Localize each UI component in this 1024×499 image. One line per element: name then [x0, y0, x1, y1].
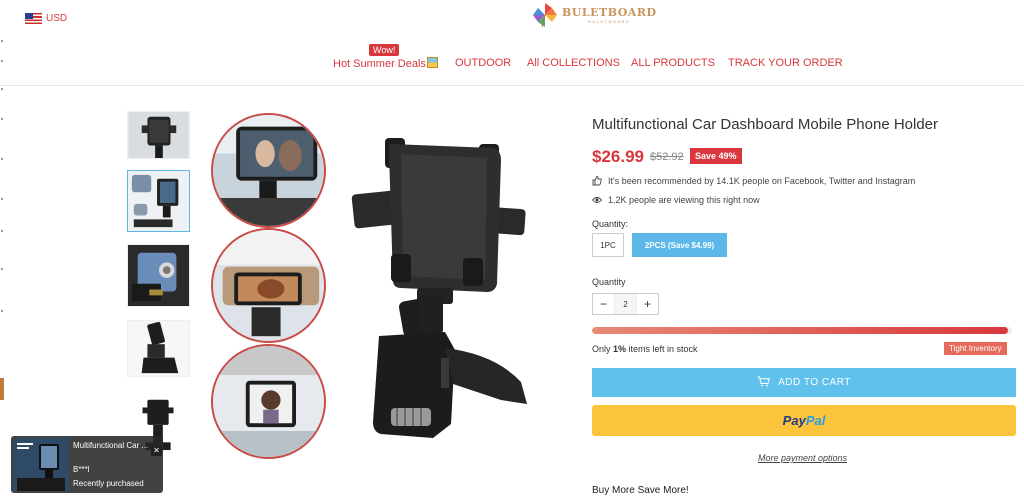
stock-percent: 1% — [613, 344, 627, 354]
thumbs-up-icon — [592, 176, 602, 186]
option-1pc-button[interactable]: 1PC — [592, 233, 624, 257]
site-logo[interactable]: BULETBOARD BULETBOARD — [532, 2, 657, 28]
nav-track-order[interactable]: TRACK YOUR ORDER — [728, 57, 843, 69]
buy-more-heading: Buy More Save More! — [592, 485, 689, 496]
popup-title: Multifunctional Car ... — [73, 441, 149, 450]
stock-prefix: Only — [592, 344, 614, 354]
popup-close-button[interactable]: ✕ — [151, 445, 162, 456]
quantity-value[interactable]: 2 — [614, 294, 637, 314]
viewing-text: 1.2K people are viewing this right now — [608, 195, 760, 205]
recommend-line: It's been recommended by 14.1K people on… — [592, 176, 915, 186]
currency-label: USD — [46, 13, 68, 24]
cart-icon — [757, 376, 771, 390]
quantity-option-label: Quantity: — [592, 219, 629, 229]
popup-buyer-name: B***l — [73, 465, 90, 474]
thumbnail-3-image — [128, 245, 189, 306]
left-edge-strip — [0, 40, 5, 400]
popup-status: Recently purchased — [73, 479, 144, 488]
popup-product-image — [13, 438, 69, 491]
logo-subtext: BULETBOARD — [588, 19, 631, 24]
pinwheel-logo-icon — [532, 2, 558, 28]
save-badge: Save 49% — [690, 148, 742, 164]
thumbnail-2[interactable] — [127, 170, 190, 232]
sale-price: $26.99 — [592, 147, 644, 166]
paypal-logo-pal: Pal — [805, 413, 826, 428]
thumbnail-4-image — [128, 321, 189, 376]
wow-badge: Wow! — [369, 44, 400, 56]
nav-all-products[interactable]: ALL PRODUCTS — [631, 57, 715, 69]
stock-progress-fill — [592, 327, 1008, 334]
stock-progress-bar — [592, 327, 1012, 334]
original-price: $52.92 — [650, 151, 684, 163]
eye-icon — [591, 195, 603, 205]
site-header: USD BULETBOARD BULETBOARD Wow! Hot Summe… — [0, 0, 1024, 86]
stock-text: Only 1% items left in stock — [592, 344, 698, 354]
add-to-cart-label: ADD TO CART — [778, 377, 851, 388]
quantity-stepper: − 2 + — [592, 293, 659, 315]
beach-icon — [426, 57, 438, 68]
nav-all-collections[interactable]: All COLLECTIONS — [527, 57, 620, 69]
quantity-label: Quantity — [592, 277, 626, 287]
product-title: Multifunctional Car Dashboard Mobile Pho… — [592, 116, 939, 133]
paypal-button[interactable]: Pay Pal — [592, 405, 1016, 436]
us-flag-icon — [25, 13, 42, 24]
decrease-button[interactable]: − — [593, 294, 614, 314]
option-2pcs-button[interactable]: 2PCS (Save $4.99) — [632, 233, 727, 257]
paypal-logo-pay: Pay — [782, 413, 806, 428]
increase-button[interactable]: + — [637, 294, 658, 314]
thumbnail-3[interactable] — [127, 244, 190, 307]
recent-purchase-popup[interactable]: Multifunctional Car ... B***l Recently p… — [11, 436, 163, 493]
stock-suffix: items left in stock — [626, 344, 698, 354]
currency-selector[interactable]: USD — [25, 13, 67, 24]
thumbnail-4[interactable] — [127, 320, 190, 377]
recommend-text: It's been recommended by 14.1K people on… — [608, 176, 916, 186]
add-to-cart-button[interactable]: ADD TO CART — [592, 368, 1016, 397]
nav-outdoor[interactable]: OUTDOOR — [455, 57, 511, 69]
thumbnail-1-image — [128, 112, 189, 158]
logo-wordmark: BULETBOARD — [562, 6, 657, 19]
thumbnail-1[interactable] — [127, 111, 190, 159]
main-product-image[interactable] — [205, 104, 575, 474]
viewing-line: 1.2K people are viewing this right now — [591, 195, 760, 205]
nav-hot-summer-deals-label: Hot Summer Deals — [333, 58, 426, 70]
nav-hot-summer-deals[interactable]: Hot Summer Deals — [333, 57, 438, 70]
tight-inventory-badge: Tight Inventory — [944, 342, 1007, 355]
thumbnail-2-image — [128, 171, 189, 231]
more-payment-options-link[interactable]: More payment options — [758, 453, 847, 463]
